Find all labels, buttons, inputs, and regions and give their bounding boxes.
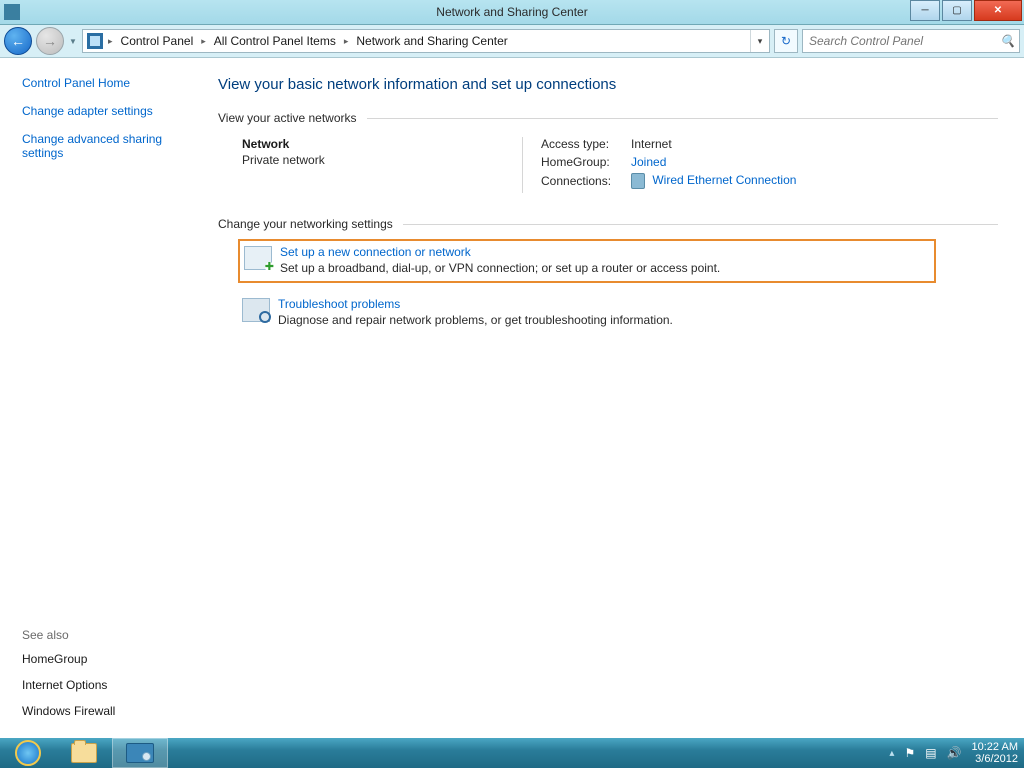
back-button[interactable]: ← (4, 27, 32, 55)
sidebar-windows-firewall[interactable]: Windows Firewall (22, 704, 194, 718)
access-type-value: Internet (631, 137, 672, 151)
address-bar[interactable]: ▸ Control Panel ▸ All Control Panel Item… (82, 29, 770, 53)
sidebar: Control Panel Home Change adapter settin… (0, 58, 200, 740)
control-panel-icon (126, 743, 154, 763)
address-dropdown[interactable]: ▾ (750, 30, 769, 52)
taskbar-explorer[interactable] (56, 738, 112, 768)
main-panel: View your basic network information and … (200, 58, 1024, 740)
close-button[interactable]: ✕ (974, 0, 1022, 21)
window-controls: ─ ▢ ✕ (908, 0, 1022, 21)
content-area: Control Panel Home Change adapter settin… (0, 58, 1024, 740)
breadcrumb-all-items[interactable]: All Control Panel Items (211, 34, 339, 48)
breadcrumb-separator: ▸ (341, 36, 352, 47)
divider (403, 224, 998, 225)
window-title: Network and Sharing Center (0, 5, 1024, 19)
maximize-button[interactable]: ▢ (942, 0, 972, 21)
sidebar-internet-options[interactable]: Internet Options (22, 678, 194, 692)
connection-name[interactable]: Wired Ethernet Connection (652, 173, 796, 187)
see-also-heading: See also (22, 628, 194, 642)
location-icon (87, 33, 103, 49)
clock[interactable]: 10:22 AM 3/6/2012 (972, 741, 1018, 765)
refresh-button[interactable]: ↻ (774, 29, 798, 53)
network-type: Private network (242, 153, 522, 167)
sidebar-homegroup[interactable]: HomeGroup (22, 652, 194, 666)
troubleshoot-icon (242, 298, 270, 322)
network-tray-icon[interactable]: ▤ (925, 746, 936, 760)
access-type-label: Access type: (541, 137, 631, 151)
task-troubleshoot-desc: Diagnose and repair network problems, or… (278, 313, 673, 327)
divider (367, 118, 998, 119)
sidebar-advanced-sharing[interactable]: Change advanced sharing settings (22, 132, 182, 160)
search-box[interactable]: 🔍 (802, 29, 1020, 53)
system-tray: ▴ ⚑ ▤ 🔊 10:22 AM 3/6/2012 (889, 741, 1024, 765)
breadcrumb-separator: ▸ (198, 36, 209, 47)
taskbar-ie[interactable] (0, 738, 56, 768)
breadcrumb-current[interactable]: Network and Sharing Center (353, 34, 510, 48)
section-label: View your active networks (218, 111, 357, 125)
volume-icon[interactable]: 🔊 (947, 746, 962, 760)
network-details: Access type: Internet HomeGroup: Joined … (522, 137, 796, 193)
clock-time: 10:22 AM (972, 741, 1018, 753)
network-identity: Network Private network (242, 137, 522, 193)
wizard-icon (244, 246, 272, 270)
task-troubleshoot-title[interactable]: Troubleshoot problems (278, 297, 673, 311)
taskbar-control-panel[interactable] (112, 738, 168, 768)
ethernet-icon (631, 173, 645, 189)
folder-icon (71, 743, 97, 763)
task-setup-connection[interactable]: Set up a new connection or network Set u… (238, 239, 936, 283)
active-network-block: Network Private network Access type: Int… (242, 137, 998, 193)
search-icon: 🔍 (1000, 34, 1015, 48)
page-title: View your basic network information and … (218, 76, 998, 93)
section-change-settings: Change your networking settings (218, 217, 998, 231)
taskbar: ▴ ⚑ ▤ 🔊 10:22 AM 3/6/2012 (0, 738, 1024, 768)
connections-label: Connections: (541, 174, 631, 188)
section-label: Change your networking settings (218, 217, 393, 231)
task-troubleshoot[interactable]: Troubleshoot problems Diagnose and repai… (242, 297, 998, 327)
task-setup-title[interactable]: Set up a new connection or network (280, 245, 720, 259)
ie-icon (15, 740, 41, 766)
connection-link[interactable]: Wired Ethernet Connection (631, 173, 796, 189)
section-active-networks: View your active networks (218, 111, 998, 125)
sidebar-change-adapter[interactable]: Change adapter settings (22, 104, 182, 118)
network-name: Network (242, 137, 522, 151)
minimize-button[interactable]: ─ (910, 0, 940, 21)
task-setup-desc: Set up a broadband, dial-up, or VPN conn… (280, 261, 720, 275)
homegroup-link[interactable]: Joined (631, 155, 666, 169)
sidebar-control-panel-home[interactable]: Control Panel Home (22, 76, 182, 90)
clock-date: 3/6/2012 (972, 753, 1018, 765)
breadcrumb-control-panel[interactable]: Control Panel (118, 34, 197, 48)
homegroup-label: HomeGroup: (541, 155, 631, 169)
breadcrumb-separator: ▸ (105, 36, 116, 47)
forward-button[interactable]: → (36, 27, 64, 55)
navigation-bar: ← → ▼ ▸ Control Panel ▸ All Control Pane… (0, 25, 1024, 58)
search-input[interactable] (807, 33, 1000, 49)
show-hidden-icons[interactable]: ▴ (889, 748, 894, 759)
action-center-icon[interactable]: ⚑ (904, 746, 915, 760)
title-bar: Network and Sharing Center ─ ▢ ✕ (0, 0, 1024, 25)
recent-locations-button[interactable]: ▼ (68, 37, 78, 46)
